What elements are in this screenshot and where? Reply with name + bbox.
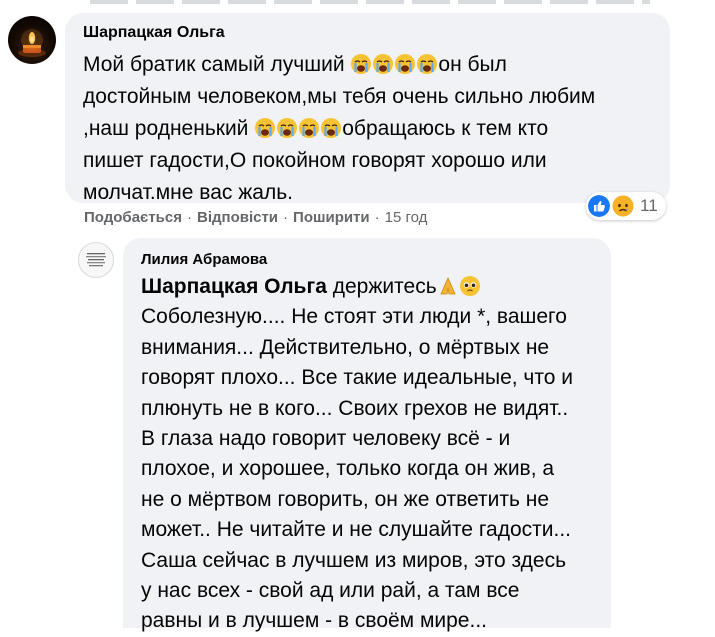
reaction-summary[interactable]: 11: [586, 192, 666, 220]
reaction-count: 11: [640, 196, 658, 215]
reply-line: не о мёртвом говорить, он же ответить не: [141, 487, 549, 511]
avatar-abramova[interactable]: [78, 242, 114, 278]
reply-line: В глаза надо говорит человеку всё - и: [141, 426, 511, 450]
comment-line: ,наш родненький обращаюсь к тем кто: [83, 113, 654, 145]
share-action[interactable]: Поширити: [293, 209, 370, 226]
comment-actions: Подобається · Відповісти · Поширити · 15 год: [84, 209, 428, 226]
reply-line: может.. Не читайте и не слушайте гадости…: [141, 518, 571, 542]
text-avatar-icon: [86, 253, 106, 267]
comment-line: молчат.мне вас жаль.: [83, 181, 293, 204]
reply-bubble: Лилия Абрамова Шарпацкая Ольга держитесь…: [123, 238, 611, 632]
sad-icon: [612, 195, 634, 217]
reply-line: у нас всех - свой ад или рай, а там все: [141, 578, 520, 602]
reply-line: внимания... Действительно, о мёртвых не: [141, 335, 550, 359]
reply-line: говорят плохо... Все такие идеальные, чт…: [141, 366, 573, 390]
reply-line: равны и в лучшем - в своём мире...: [141, 609, 487, 633]
reply-line: Соболезную.... Не стоят эти люди *, ваше…: [141, 305, 567, 329]
comment-line: достойным человеком,мы тебя очень сильно…: [83, 85, 596, 108]
comment-bubble: Шарпацкая Ольга Мой братик самый лучший …: [65, 13, 670, 204]
reply-line: плохое, и хорошее, только когда он жив, …: [141, 457, 555, 481]
avatar-sharpatskaya[interactable]: [8, 16, 56, 64]
comment-line: Мой братик самый лучший он был: [83, 49, 654, 81]
reply-author[interactable]: Лилия Абрамова: [141, 250, 597, 270]
comment-timestamp[interactable]: 15 год: [385, 209, 428, 226]
mention-link[interactable]: Шарпацкая Ольга: [141, 275, 327, 298]
previous-comment-actions-fragment: [90, 0, 650, 4]
like-icon: [588, 195, 610, 217]
reply-action[interactable]: Відповісти: [197, 209, 278, 226]
candle-icon: [18, 29, 46, 57]
comment-author[interactable]: Шарпацкая Ольга: [83, 23, 654, 43]
reply-text: Шарпацкая Ольга держитесь Соболезную....…: [141, 272, 597, 637]
like-action[interactable]: Подобається: [84, 209, 182, 226]
comment-line: пишет гадости,О покойном говорят хорошо …: [83, 149, 547, 172]
reply-first-line: Шарпацкая Ольга держитесь: [141, 272, 597, 302]
comment-text: Мой братик самый лучший он был достойным …: [83, 49, 654, 209]
reply-line: плюнуть не в кого... Своих грехов не вид…: [141, 396, 569, 420]
reply-line: Саша сейчас в лучшем из миров, это здесь: [141, 548, 567, 572]
